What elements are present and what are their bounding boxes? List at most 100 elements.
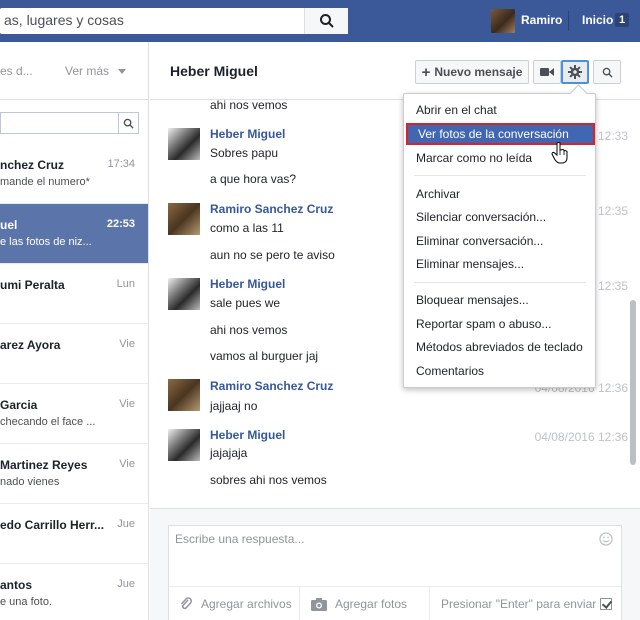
- menu-divider: [414, 282, 586, 283]
- home-badge: 1: [615, 13, 630, 27]
- settings-dropdown-menu: Abrir en el chat Ver fotos de la convers…: [403, 93, 596, 388]
- conversation-time: Lun: [116, 278, 135, 290]
- home-link[interactable]: Inicio: [582, 13, 613, 27]
- add-photos-label: Agregar fotos: [335, 597, 408, 611]
- message-author[interactable]: Heber Miguel: [210, 127, 285, 141]
- conversation-item-active[interactable]: uel e las fotos de niz... 22:53: [0, 204, 148, 264]
- search-icon: [602, 67, 613, 78]
- conversation-list: nchez Cruz mande el numero* 17:34 uel e …: [0, 144, 148, 620]
- video-call-button[interactable]: [533, 60, 561, 84]
- new-message-button[interactable]: + Nuevo mensaje: [415, 60, 529, 84]
- conversation-title[interactable]: Heber Miguel: [170, 63, 258, 79]
- conversation-time: Jue: [117, 518, 135, 530]
- conversation-item[interactable]: nchez Cruz mande el numero* 17:34: [0, 144, 148, 204]
- menu-item-mute[interactable]: Silenciar conversación...: [404, 206, 595, 228]
- sender-avatar[interactable]: [168, 128, 200, 160]
- message-author[interactable]: Ramiro Sanchez Cruz: [210, 202, 333, 216]
- message-author[interactable]: Heber Miguel: [210, 428, 285, 442]
- conversation-search-button[interactable]: [118, 113, 138, 133]
- hand-cursor-icon: [551, 142, 568, 164]
- conversation-name: arez Ayora: [0, 338, 61, 352]
- footer-divider: [429, 587, 430, 620]
- conversation-time: Vie: [119, 338, 135, 350]
- conversation-time: 22:53: [106, 218, 135, 230]
- menu-item-open-in-chat[interactable]: Abrir en el chat: [404, 99, 595, 121]
- conversation-time: 17:34: [107, 158, 135, 170]
- paperclip-icon: [180, 597, 192, 610]
- message-text: Sobres papu: [210, 146, 279, 160]
- chevron-down-icon[interactable]: [118, 69, 126, 74]
- menu-item-report-spam[interactable]: Reportar spam o abuso...: [404, 313, 595, 335]
- message-time: 12:35: [597, 279, 628, 293]
- menu-item-delete-messages[interactable]: Eliminar mensajes...: [404, 253, 595, 275]
- add-files-button[interactable]: Agregar archivos: [179, 597, 292, 611]
- more-dropdown[interactable]: Ver más: [65, 64, 109, 78]
- message-text: ahi nos vemos: [210, 98, 288, 112]
- conversation-search-input[interactable]: [0, 112, 139, 134]
- conversation-time: Jue: [117, 578, 135, 590]
- reply-input[interactable]: [175, 532, 595, 562]
- conversation-snippet: checando el face ...: [0, 416, 96, 428]
- menu-item-delete-conversation[interactable]: Eliminar conversación...: [404, 230, 595, 252]
- conversation-item[interactable]: antos e una foto. Jue: [0, 564, 148, 620]
- plus-icon: +: [421, 63, 431, 81]
- add-files-label: Agregar archivos: [201, 597, 292, 611]
- message-time: 04/08/2016 12:36: [534, 430, 628, 444]
- message-time: 12:33: [597, 129, 628, 143]
- conversation-name: Martinez Reyes: [0, 458, 88, 472]
- sender-avatar[interactable]: [168, 379, 200, 411]
- conversation-item[interactable]: Garcia checando el face ... Vie: [0, 384, 148, 444]
- conversation-name: edo Carrillo Herr...: [0, 518, 105, 532]
- message-text: sale pues we: [210, 296, 281, 310]
- sender-avatar[interactable]: [168, 203, 200, 235]
- menu-item-keyboard-shortcuts[interactable]: Métodos abreviados de teclado: [404, 336, 595, 358]
- settings-button[interactable]: [561, 60, 589, 84]
- conversation-snippet: e las fotos de niz...: [0, 236, 92, 248]
- conversation-snippet: mande el numero*: [0, 176, 90, 188]
- conversation-snippet: nado vienes: [0, 476, 60, 488]
- footer-divider: [299, 587, 300, 620]
- enter-to-send-toggle[interactable]: Presionar "Enter" para enviar: [441, 597, 613, 611]
- global-search-input[interactable]: [4, 8, 304, 32]
- message-text: a que hora vas?: [210, 172, 297, 186]
- conversation-name: Garcia: [0, 398, 38, 412]
- reply-area: Agregar archivos Agregar fotos Presionar…: [150, 508, 640, 620]
- conversation-item[interactable]: Martinez Reyes nado vienes Vie: [0, 444, 148, 504]
- search-button[interactable]: [304, 8, 348, 34]
- video-camera-icon: [540, 68, 554, 76]
- search-conversation-button[interactable]: [593, 60, 621, 84]
- profile-link[interactable]: Ramiro: [521, 13, 562, 27]
- conversation-item[interactable]: edo Carrillo Herr... Jue: [0, 504, 148, 564]
- search-icon: [319, 14, 334, 28]
- conversation-sidebar: es d... Ver más nchez Cruz mande el nume…: [0, 42, 149, 620]
- reply-box: Agregar archivos Agregar fotos Presionar…: [168, 525, 622, 620]
- menu-item-block-messages[interactable]: Bloquear mensajes...: [404, 289, 595, 311]
- gear-icon: [568, 65, 582, 79]
- reply-footer: Agregar archivos Agregar fotos Presionar…: [169, 586, 621, 620]
- conversation-item[interactable]: arez Ayora Vie: [0, 324, 148, 384]
- thread-scrollbar[interactable]: [630, 300, 636, 465]
- message-author[interactable]: Ramiro Sanchez Cruz: [210, 379, 333, 393]
- add-photos-button[interactable]: Agregar fotos: [311, 597, 407, 611]
- conversation-item[interactable]: umi Peralta Lun: [0, 264, 148, 324]
- sender-avatar[interactable]: [168, 278, 200, 310]
- sidebar-header: es d... Ver más: [0, 42, 148, 100]
- menu-item-archive[interactable]: Archivar: [404, 183, 595, 205]
- conversation-name: antos: [0, 578, 33, 592]
- emoji-icon[interactable]: [599, 532, 613, 549]
- enter-to-send-checkbox[interactable]: [600, 598, 613, 610]
- message-text: sobres ahi nos vemos: [210, 473, 327, 487]
- camera-icon: [311, 597, 327, 611]
- new-message-label: Nuevo mensaje: [434, 65, 523, 79]
- enter-to-send-label: Presionar "Enter" para enviar: [441, 597, 597, 611]
- menu-item-feedback[interactable]: Comentarios: [404, 360, 595, 382]
- message-author[interactable]: Heber Miguel: [210, 277, 285, 291]
- message-text: jajjaaj no: [210, 399, 258, 413]
- chat-header: Heber Miguel + Nuevo mensaje: [150, 42, 640, 100]
- sidebar-tab-partial[interactable]: es d...: [0, 64, 33, 78]
- message-text: vamos al burguer jaj: [210, 349, 319, 363]
- sender-avatar[interactable]: [168, 429, 200, 461]
- global-search-box: [0, 8, 348, 34]
- user-avatar[interactable]: [491, 9, 515, 33]
- message-text: como a las 11: [210, 221, 284, 235]
